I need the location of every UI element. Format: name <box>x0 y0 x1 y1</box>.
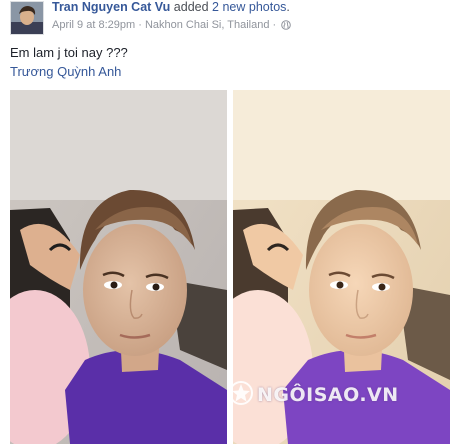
facebook-post: Tran Nguyen Cat Vu added 2 new photos. A… <box>0 0 450 444</box>
watermark-logo-icon <box>228 380 254 411</box>
meta-separator: · <box>135 19 145 32</box>
photos-link[interactable]: 2 new photos <box>212 0 286 14</box>
post-location[interactable]: Nakhon Chai Si, Thailand <box>145 19 270 31</box>
action-prefix: added <box>173 0 209 14</box>
post-meta: April 9 at 8:29pm · Nakhon Chai Si, Thai… <box>52 19 292 32</box>
author-avatar[interactable] <box>10 1 44 35</box>
post-timestamp[interactable]: April 9 at 8:29pm <box>52 19 135 31</box>
photo-1[interactable] <box>10 90 227 444</box>
post-message: Em lam j toi nay ??? <box>10 45 128 60</box>
globe-icon[interactable] <box>281 20 292 30</box>
author-name[interactable]: Tran Nguyen Cat Vu <box>52 0 170 14</box>
post-header: Tran Nguyen Cat Vu added 2 new photos. <box>52 0 290 14</box>
watermark-text: NGÔISAO.VN <box>257 384 399 406</box>
action-suffix: . <box>286 0 290 14</box>
tagged-person-link[interactable]: Trương Quỳnh Anh <box>10 64 121 79</box>
location-separator: · <box>269 19 280 32</box>
site-watermark: NGÔISAO.VN <box>228 375 399 415</box>
